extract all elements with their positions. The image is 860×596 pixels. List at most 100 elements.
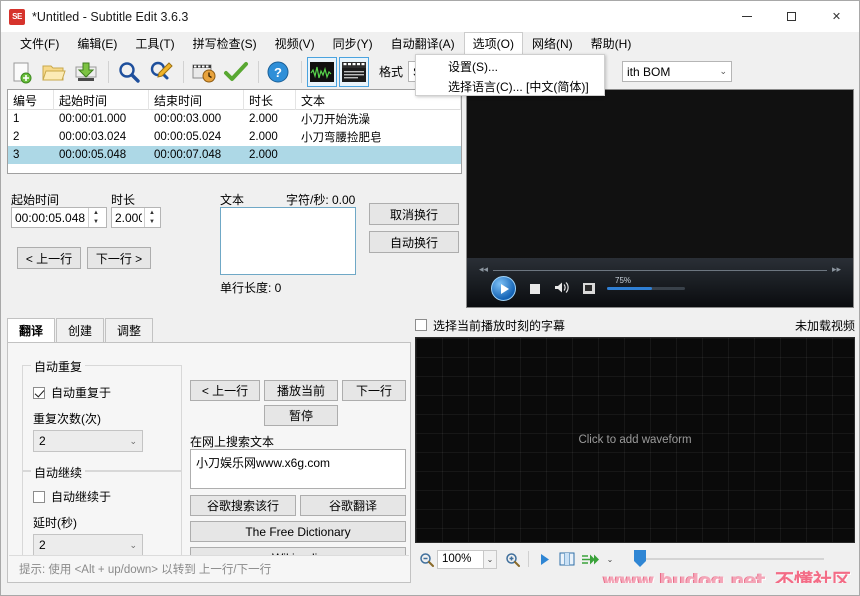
playback-controls: 75% [491,276,685,301]
menu-item-sync[interactable]: 同步(Y) [324,32,382,55]
waveform-canvas[interactable]: Click to add waveform [415,337,855,543]
autobreak-button[interactable]: 自动换行 [369,231,459,253]
save-button[interactable] [71,57,101,87]
tab-translate[interactable]: 翻译 [7,318,55,344]
stepper-up-icon[interactable]: ▲ [89,208,103,218]
translate-next-line-button[interactable]: 下一行 [342,380,406,401]
start-time-stepper[interactable]: ▲▼ [11,207,107,228]
auto-repeat-group: 自动重复 自动重复于 重复次数(次) 2 ⌄ [22,365,182,471]
save-icon [73,60,99,84]
stop-button[interactable] [530,284,540,294]
menu-item-spellcheck[interactable]: 拼写检查(S) [184,32,266,55]
auto-continue-checkbox-label: 自动继续于 [51,488,111,505]
menu-item-help[interactable]: 帮助(H) [582,32,641,55]
select-current-subtitle-checkbox[interactable] [415,319,427,331]
menu-item-video[interactable]: 视频(V) [266,32,324,55]
zoom-in-button[interactable] [501,549,523,569]
zoom-level-value[interactable]: 100% [437,550,483,569]
auto-repeat-checkbox[interactable] [33,387,45,399]
video-player-panel[interactable]: ◂◂ ▸▸ 75% [466,89,854,308]
waveform-play-button[interactable] [534,549,556,569]
open-file-button[interactable] [39,57,69,87]
find-button[interactable] [114,57,144,87]
tab-adjust[interactable]: 调整 [105,318,153,343]
tab-create[interactable]: 创建 [56,318,104,343]
translate-prev-line-button[interactable]: < 上一行 [190,380,260,401]
free-dictionary-button[interactable]: The Free Dictionary [190,521,406,542]
zoom-out-button[interactable] [415,549,437,569]
delay-select[interactable]: 2 ⌄ [33,534,143,556]
menu-item-options[interactable]: 选项(O) [464,32,523,54]
play-button[interactable] [491,276,516,301]
start-time-input[interactable] [12,208,88,227]
column-header-end-time[interactable]: 结束时间 [149,90,244,110]
video-toggle-button[interactable] [339,57,369,87]
stepper-arrows[interactable]: ▲▼ [144,208,159,227]
waveform-toggle-button[interactable] [307,57,337,87]
sync-timing-icon [191,60,217,84]
menu-item-tools[interactable]: 工具(T) [126,32,183,55]
pause-button[interactable]: 暂停 [264,405,338,426]
duration-stepper[interactable]: ▲▼ [111,207,161,228]
stepper-down-icon[interactable]: ▼ [145,218,159,228]
menu-item-file[interactable]: 文件(F) [11,32,68,55]
subtitle-list[interactable]: 编号 起始时间 结束时间 时长 文本 1 00:00:01.000 00:00:… [7,89,462,174]
stepper-arrows[interactable]: ▲▼ [88,208,103,227]
sync-timing-button[interactable] [189,57,219,87]
minimize-button[interactable] [724,1,769,32]
video-surface[interactable] [467,90,853,258]
chevron-down-icon: ⌄ [487,555,494,564]
new-file-button[interactable] [7,57,37,87]
duration-input[interactable] [112,208,144,227]
web-search-input[interactable]: 小刀娱乐网www.x6g.com [190,449,406,489]
waveform-panel: 选择当前播放时刻的字幕 未加载视频 Click to add waveform … [415,315,855,583]
auto-continue-group-title: 自动继续 [31,464,85,481]
volume-track[interactable] [607,287,685,290]
encoding-combo[interactable]: ith BOM ⌄ [622,61,732,82]
mute-button[interactable] [554,281,570,296]
google-translate-button[interactable]: 谷歌翻译 [300,495,406,516]
repeat-count-select[interactable]: 2 ⌄ [33,430,143,452]
menu-item-edit[interactable]: 编辑(E) [68,32,126,55]
table-row[interactable]: 2 00:00:03.024 00:00:05.024 2.000 小刀弯腰捡肥… [8,128,461,146]
seek-bar[interactable]: ◂◂ ▸▸ [477,266,843,276]
volume-slider[interactable]: 75% [607,287,685,290]
prev-line-button[interactable]: < 上一行 [17,247,81,269]
column-header-number[interactable]: 编号 [8,90,54,110]
maximize-icon [787,12,796,21]
fullscreen-button[interactable] [583,283,595,294]
auto-continue-checkbox-row[interactable]: 自动继续于 [33,488,111,505]
column-header-duration[interactable]: 时长 [244,90,296,110]
menu-item-auto-translate[interactable]: 自动翻译(A) [382,32,464,55]
play-current-button[interactable]: 播放当前 [264,380,338,401]
replace-button[interactable] [146,57,176,87]
maximize-button[interactable] [769,1,814,32]
cell-number: 2 [8,131,54,143]
slider-thumb[interactable] [634,550,646,567]
next-line-button[interactable]: 下一行 > [87,247,151,269]
table-row[interactable]: 1 00:00:01.000 00:00:03.000 2.000 小刀开始洗澡 [8,110,461,128]
zoom-dropdown-button[interactable]: ⌄ [483,550,497,569]
stepper-down-icon[interactable]: ▼ [89,218,103,228]
menu-item-choose-language[interactable]: 选择语言(C)... [中文(简体)] [416,77,604,97]
close-button[interactable]: ✕ [814,1,859,32]
replace-icon [148,60,174,84]
spellcheck-button[interactable] [221,57,251,87]
table-row[interactable]: 3 00:00:05.048 00:00:07.048 2.000 [8,146,461,164]
column-header-start-time[interactable]: 起始时间 [54,90,149,110]
unbreak-button[interactable]: 取消换行 [369,203,459,225]
menu-item-network[interactable]: 网络(N) [523,32,582,55]
help-button[interactable]: ? [264,57,294,87]
seek-right-icon[interactable]: ▸▸ [832,264,841,275]
waveform-grid-button[interactable] [556,549,578,569]
waveform-forward-button[interactable] [578,549,604,569]
google-search-line-button[interactable]: 谷歌搜索该行 [190,495,296,516]
seek-left-icon[interactable]: ◂◂ [479,264,488,275]
auto-continue-checkbox[interactable] [33,491,45,503]
subtitle-text-input[interactable] [220,207,356,275]
stepper-up-icon[interactable]: ▲ [145,208,159,218]
seek-track[interactable] [493,270,827,271]
status-bar [1,583,859,595]
menu-item-settings[interactable]: 设置(S)... [416,57,604,77]
auto-repeat-checkbox-row[interactable]: 自动重复于 [33,384,111,401]
